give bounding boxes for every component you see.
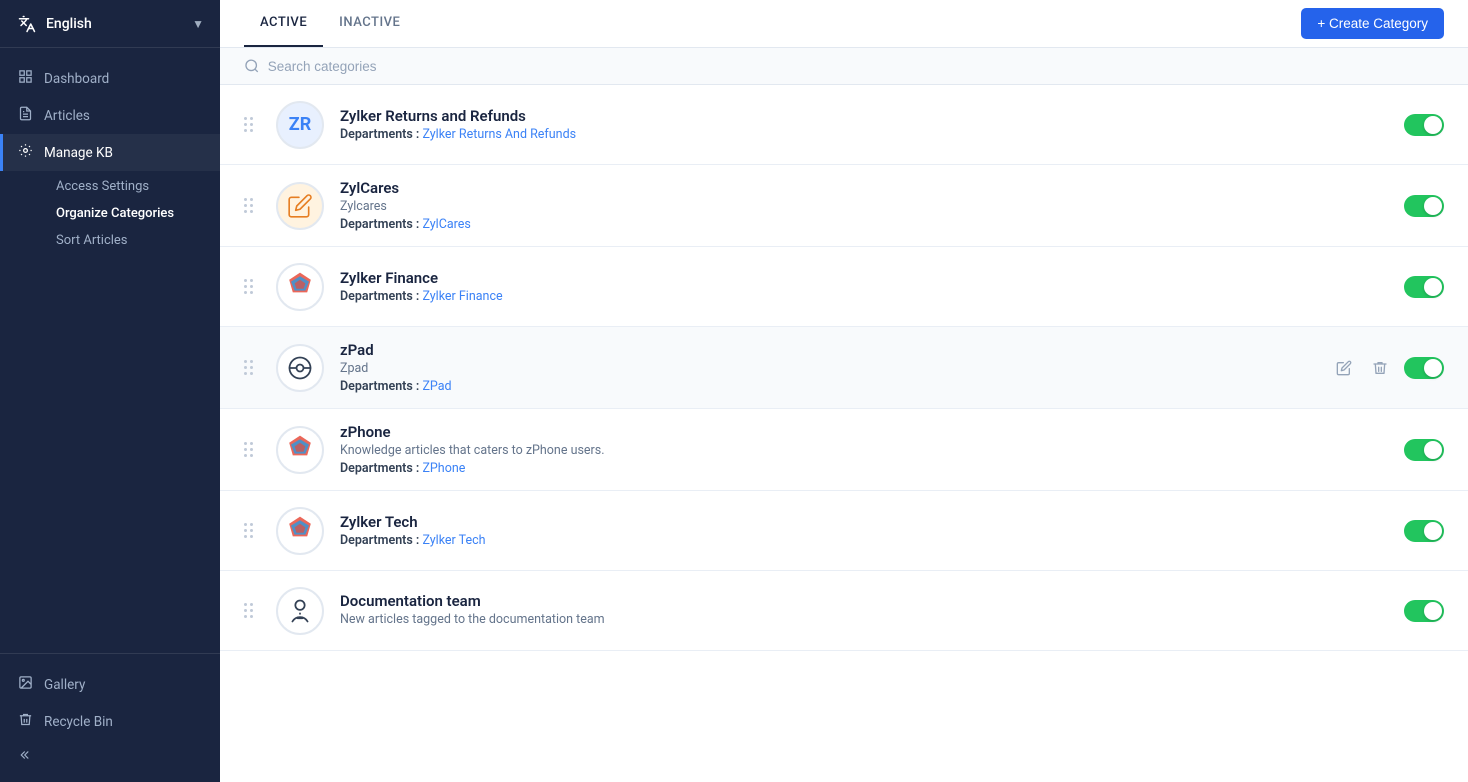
category-icon (276, 182, 324, 230)
sidebar-item-dashboard[interactable]: Dashboard (0, 60, 220, 97)
drag-handle[interactable] (244, 360, 260, 375)
category-name: ZylCares (340, 179, 1388, 197)
search-input[interactable] (268, 59, 1444, 74)
manage-kb-icon (16, 143, 34, 162)
articles-icon (16, 106, 34, 125)
dashboard-label: Dashboard (44, 71, 109, 87)
category-info: Documentation team New articles tagged t… (340, 592, 1388, 630)
category-info: zPhone Knowledge articles that caters to… (340, 423, 1388, 476)
category-name: Zylker Finance (340, 269, 1388, 287)
category-icon (276, 426, 324, 474)
recycle-bin-icon (16, 712, 34, 731)
toggle-switch[interactable] (1404, 600, 1444, 622)
language-chevron-icon: ▼ (192, 17, 204, 31)
sidebar-nav: Dashboard Articles Manage KB Access Sett… (0, 48, 220, 653)
table-row: ZylCares Zylcares Departments : ZylCares (220, 165, 1468, 247)
sidebar: English ▼ Dashboard Articles Manage KB A… (0, 0, 220, 782)
category-info: Zylker Returns and Refunds Departments :… (340, 107, 1388, 142)
toggle-switch[interactable] (1404, 276, 1444, 298)
tabs-bar: ACTIVE INACTIVE + Create Category (220, 0, 1468, 48)
table-row: Zylker Finance Departments : Zylker Fina… (220, 247, 1468, 327)
category-desc: Zylcares (340, 199, 1388, 214)
category-actions (1404, 439, 1444, 461)
category-actions (1404, 114, 1444, 136)
category-dept: Departments : Zylker Returns And Refunds (340, 127, 1388, 142)
drag-handle[interactable] (244, 603, 260, 618)
search-bar (220, 48, 1468, 85)
sidebar-bottom: Gallery Recycle Bin (0, 653, 220, 782)
category-name: Zylker Returns and Refunds (340, 107, 1388, 125)
category-name: zPad (340, 341, 1316, 359)
category-dept: Departments : Zylker Finance (340, 289, 1388, 304)
edit-button[interactable] (1332, 356, 1356, 380)
drag-handle[interactable] (244, 523, 260, 538)
sidebar-item-access-settings[interactable]: Access Settings (44, 173, 220, 200)
toggle-switch[interactable] (1404, 520, 1444, 542)
category-dept: Departments : ZylCares (340, 217, 1388, 232)
tab-group: ACTIVE INACTIVE (244, 0, 416, 47)
collapse-button[interactable] (0, 740, 220, 770)
category-actions (1332, 356, 1444, 380)
category-info: ZylCares Zylcares Departments : ZylCares (340, 179, 1388, 232)
table-row: zPhone Knowledge articles that caters to… (220, 409, 1468, 491)
category-dept: Departments : Zylker Tech (340, 533, 1388, 548)
sidebar-sub-nav: Access Settings Organize Categories Sort… (0, 171, 220, 262)
toggle-switch[interactable] (1404, 439, 1444, 461)
category-icon (276, 263, 324, 311)
sidebar-item-recycle-bin[interactable]: Recycle Bin (0, 703, 220, 740)
table-row: ZR Zylker Returns and Refunds Department… (220, 85, 1468, 165)
category-actions (1404, 195, 1444, 217)
category-actions (1404, 520, 1444, 542)
category-desc: New articles tagged to the documentation… (340, 612, 1388, 627)
search-icon (244, 58, 260, 74)
drag-handle[interactable] (244, 442, 260, 457)
category-actions (1404, 276, 1444, 298)
category-info: Zylker Tech Departments : Zylker Tech (340, 513, 1388, 548)
toggle-switch[interactable] (1404, 114, 1444, 136)
sidebar-item-sort-articles[interactable]: Sort Articles (44, 227, 220, 254)
category-name: zPhone (340, 423, 1388, 441)
category-info: Zylker Finance Departments : Zylker Fina… (340, 269, 1388, 304)
category-info: zPad Zpad Departments : ZPad (340, 341, 1316, 394)
sidebar-item-gallery[interactable]: Gallery (0, 666, 220, 703)
category-dept: Departments : ZPhone (340, 461, 1388, 476)
toggle-switch[interactable] (1404, 195, 1444, 217)
main-content: ACTIVE INACTIVE + Create Category ZR (220, 0, 1468, 782)
manage-kb-label: Manage KB (44, 145, 113, 161)
table-row: Zylker Tech Departments : Zylker Tech (220, 491, 1468, 571)
language-label: English (46, 16, 92, 32)
drag-handle[interactable] (244, 117, 260, 132)
dashboard-icon (16, 69, 34, 88)
category-actions (1404, 600, 1444, 622)
drag-handle[interactable] (244, 279, 260, 294)
category-icon (276, 587, 324, 635)
category-icon (276, 344, 324, 392)
category-name: Documentation team (340, 592, 1388, 610)
gallery-label: Gallery (44, 677, 85, 693)
category-desc: Knowledge articles that caters to zPhone… (340, 443, 1388, 458)
sidebar-item-organize-categories[interactable]: Organize Categories (44, 200, 220, 227)
sidebar-item-articles[interactable]: Articles (0, 97, 220, 134)
gallery-icon (16, 675, 34, 694)
sidebar-item-manage-kb[interactable]: Manage KB (0, 134, 220, 171)
translate-icon (16, 13, 38, 35)
table-row: Documentation team New articles tagged t… (220, 571, 1468, 651)
create-category-button[interactable]: + Create Category (1301, 8, 1444, 39)
toggle-switch[interactable] (1404, 357, 1444, 379)
category-desc: Zpad (340, 361, 1316, 376)
articles-label: Articles (44, 108, 90, 124)
sidebar-header[interactable]: English ▼ (0, 0, 220, 48)
category-dept: Departments : ZPad (340, 379, 1316, 394)
delete-button[interactable] (1368, 356, 1392, 380)
category-list: ZR Zylker Returns and Refunds Department… (220, 85, 1468, 782)
drag-handle[interactable] (244, 198, 260, 213)
category-icon (276, 507, 324, 555)
tab-inactive[interactable]: INACTIVE (323, 0, 416, 47)
tab-active[interactable]: ACTIVE (244, 0, 323, 47)
recycle-bin-label: Recycle Bin (44, 714, 113, 730)
table-row: zPad Zpad Departments : ZPad (220, 327, 1468, 409)
category-icon: ZR (276, 101, 324, 149)
category-name: Zylker Tech (340, 513, 1388, 531)
